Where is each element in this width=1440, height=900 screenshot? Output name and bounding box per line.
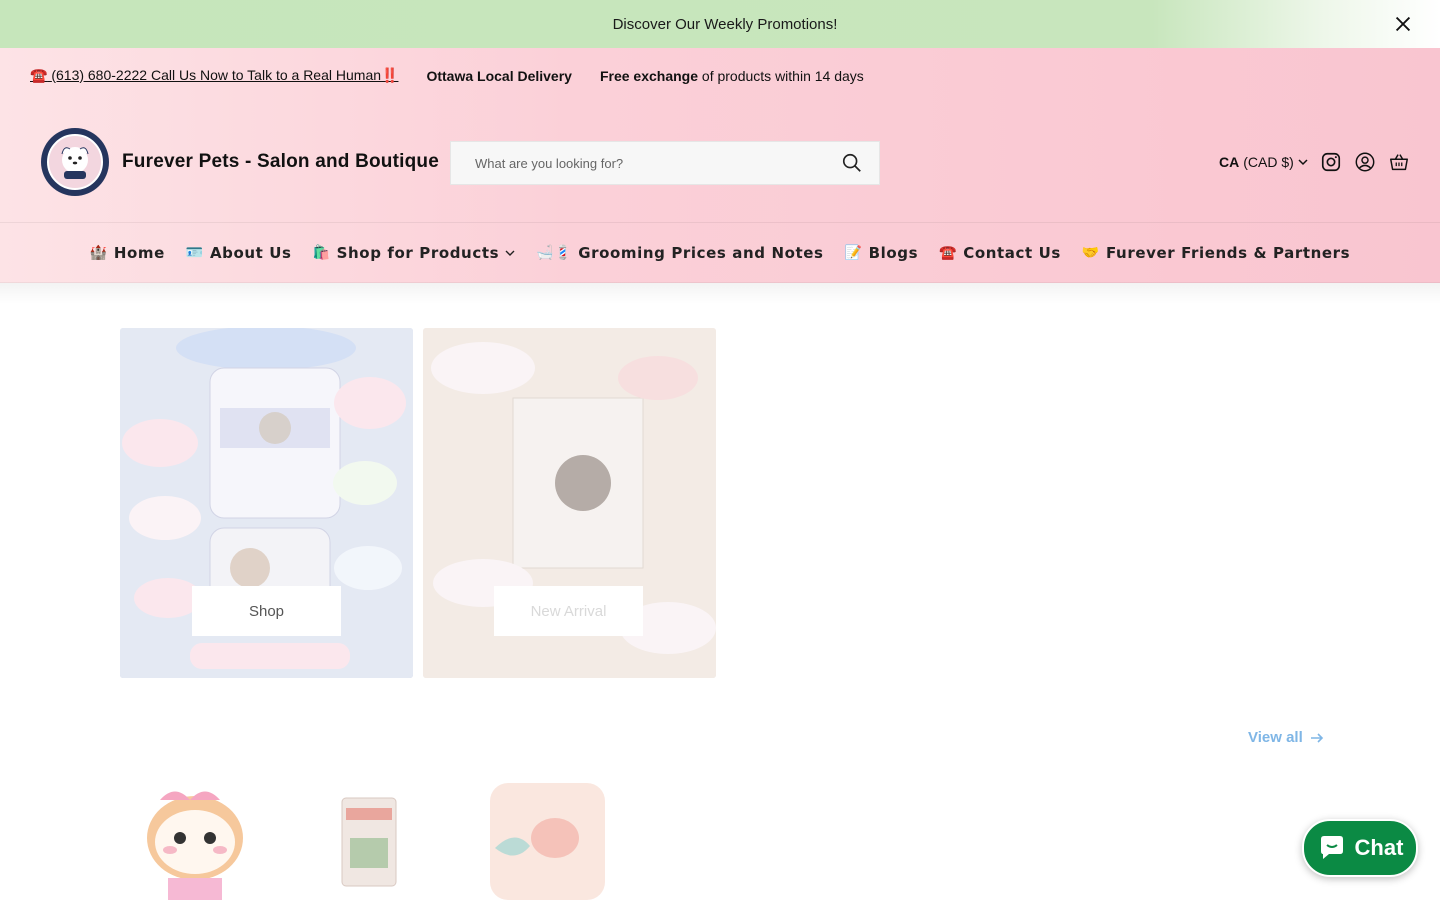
shopping-bags-icon: 🛍️: [312, 245, 331, 261]
exchange-text: Free exchange of products within 14 days: [599, 67, 864, 84]
nav-about[interactable]: 🪪 About Us: [186, 244, 292, 262]
search-icon[interactable]: [841, 152, 863, 174]
castle-icon: 🏰: [89, 245, 108, 261]
chat-label: Chat: [1354, 835, 1404, 860]
new-arrival-button[interactable]: New Arrival: [494, 586, 643, 636]
announcement-text[interactable]: Discover Our Weekly Promotions!: [613, 16, 838, 33]
country-code: CA: [1219, 154, 1240, 170]
phone-icon: ☎️: [30, 67, 48, 83]
site-header: Furever Pets - Salon and Boutique CA (CA…: [0, 103, 1440, 223]
phone-text: (613) 680-2222 Call Us Now to Talk to a …: [51, 67, 382, 83]
nav-blogs[interactable]: 📝 Blogs: [845, 244, 919, 262]
account-icon[interactable]: [1354, 151, 1376, 173]
bathtub-barber-icon: 🛁💈: [536, 245, 573, 261]
chevron-down-icon: [505, 250, 515, 256]
nav-label: Home: [113, 244, 165, 262]
brand-logo[interactable]: [40, 127, 110, 197]
nav-label: Furever Friends & Partners: [1105, 244, 1351, 262]
nav-home[interactable]: 🏰 Home: [90, 244, 165, 262]
search-bar: [450, 141, 880, 185]
arrow-right-icon: [1310, 732, 1323, 743]
nav-label: Grooming Prices and Notes: [578, 244, 824, 262]
brand-name[interactable]: Furever Pets - Salon and Boutique: [122, 151, 439, 173]
nav-partners[interactable]: 🤝 Furever Friends & Partners: [1082, 244, 1350, 262]
nav-shop[interactable]: 🛍️ Shop for Products: [313, 244, 516, 262]
promo-card-shop[interactable]: Shop: [120, 328, 413, 678]
nav-label: Contact Us: [963, 244, 1061, 262]
promo-card-new-arrival[interactable]: New Arrival: [423, 328, 716, 678]
close-icon[interactable]: [1392, 13, 1414, 35]
cart-icon[interactable]: [1388, 151, 1410, 173]
search-input[interactable]: [451, 142, 841, 184]
nav-label: About Us: [209, 244, 292, 262]
phone-link[interactable]: ☎️ (613) 680-2222 Call Us Now to Talk to…: [30, 67, 398, 84]
announcement-bar: Discover Our Weekly Promotions!: [0, 0, 1440, 48]
header-shadow: [0, 282, 1440, 304]
currency-label: (CAD $): [1243, 154, 1294, 170]
info-bar: ☎️ (613) 680-2222 Call Us Now to Talk to…: [0, 48, 1440, 103]
shop-button[interactable]: Shop: [192, 586, 341, 636]
view-all-label: View all: [1248, 729, 1303, 746]
product-image-cat-treats[interactable]: [475, 778, 605, 900]
exclamation-icon: ‼️: [381, 67, 399, 83]
chat-widget-button[interactable]: Chat: [1302, 819, 1418, 877]
instagram-icon[interactable]: [1320, 151, 1342, 173]
product-image-cat-toy[interactable]: [130, 778, 260, 900]
chat-bubble-icon: [1320, 836, 1343, 859]
main-navigation: 🏰 Home 🪪 About Us 🛍️ Shop for Products 🛁…: [0, 224, 1440, 282]
nav-contact[interactable]: ☎️ Contact Us: [939, 244, 1061, 262]
nav-label: Blogs: [868, 244, 919, 262]
chevron-down-icon: [1298, 159, 1308, 166]
nav-label: Shop for Products: [336, 244, 500, 262]
handshake-icon: 🤝: [1081, 245, 1100, 261]
product-image-food-bag[interactable]: [300, 778, 430, 900]
delivery-text: Ottawa Local Delivery: [426, 67, 572, 84]
memo-icon: 📝: [844, 245, 863, 261]
nav-grooming[interactable]: 🛁💈 Grooming Prices and Notes: [536, 244, 823, 262]
telephone-icon: ☎️: [939, 245, 958, 261]
view-all-link[interactable]: View all: [1248, 729, 1325, 746]
id-card-icon: 🪪: [185, 245, 204, 261]
currency-selector[interactable]: CA (CAD $): [1219, 154, 1308, 170]
